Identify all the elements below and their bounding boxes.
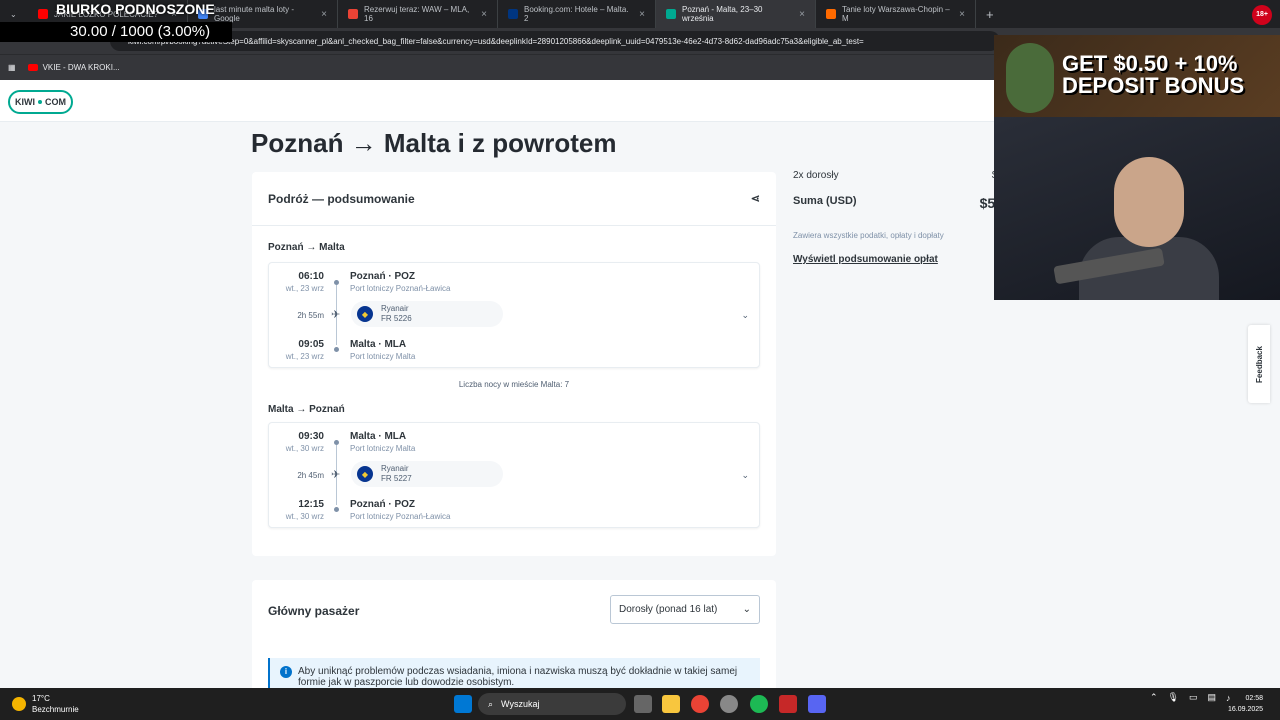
bookmark-item[interactable]: VKIE - DWA KROKI... bbox=[27, 63, 120, 72]
youtube-icon bbox=[27, 64, 38, 71]
steam-icon[interactable] bbox=[720, 695, 738, 713]
kiwi-icon bbox=[666, 9, 676, 19]
trip-summary-header: Podróż — podsumowanie ⋖ bbox=[252, 172, 776, 226]
ryanair-logo-icon: ◆ bbox=[357, 466, 373, 482]
outbound-segment[interactable]: 06:10 wt., 23 wrz Poznań · POZ Port lotn… bbox=[268, 262, 760, 368]
mascot-image bbox=[1006, 43, 1054, 113]
name-info-alert: i Aby uniknąć problemów podczas wsiadani… bbox=[268, 658, 760, 688]
chevron-down-icon[interactable]: ⌄ bbox=[741, 310, 749, 321]
tab-4[interactable]: Booking.com: Hotele – Malta. 2 × bbox=[498, 0, 656, 28]
age-badge: 18+ bbox=[1252, 5, 1272, 25]
main-passenger-heading: Główny pasażer bbox=[268, 604, 360, 618]
price-breakdown-link[interactable]: Wyświetl podsumowanie opłat bbox=[793, 254, 1003, 265]
kiwi-logo[interactable]: KIWI COM bbox=[8, 90, 73, 114]
plane-icon: ✈ bbox=[331, 309, 341, 321]
plane-icon: ✈ bbox=[331, 469, 341, 481]
app-icon[interactable] bbox=[779, 695, 797, 713]
windows-start-icon[interactable] bbox=[454, 695, 472, 713]
site-icon bbox=[348, 9, 358, 19]
inbound-title: Malta → Poznań bbox=[268, 404, 345, 415]
page-title: Poznań → Malta i z powrotem bbox=[251, 128, 617, 158]
webcam-feed bbox=[994, 117, 1280, 300]
network-icon[interactable]: ▤ bbox=[1208, 692, 1217, 703]
info-icon: i bbox=[280, 666, 292, 678]
new-tab-button[interactable]: + bbox=[976, 0, 1004, 28]
plus-icon: + bbox=[986, 6, 994, 22]
search-icon: ⌕ bbox=[488, 698, 494, 709]
tab-6[interactable]: Tanie loty Warszawa-Chopin – M × bbox=[816, 0, 976, 28]
stream-title-overlay: BIURKO PODNOSZONE bbox=[56, 1, 215, 17]
taskbar: 17°C Bezchmurnie ⌕ Wyszukaj ⌃ 🎙 ▭ ▤ ♪ 02:5… bbox=[0, 688, 1280, 720]
system-tray: ⌃ 🎙 ▭ ▤ ♪ bbox=[1150, 692, 1231, 703]
close-icon[interactable]: × bbox=[481, 9, 487, 20]
taskbar-search[interactable]: ⌕ Wyszukaj bbox=[478, 693, 626, 715]
chevron-up-icon[interactable]: ⌃ bbox=[1150, 692, 1158, 703]
spotify-icon[interactable] bbox=[750, 695, 768, 713]
nights-info: Liczba nocy w mieście Malta: 7 bbox=[458, 380, 570, 389]
trip-summary-card: Podróż — podsumowanie ⋖ Poznań → Malta 0… bbox=[252, 172, 776, 556]
stream-progress-overlay: 30.00 / 1000 (3.00%) bbox=[0, 22, 232, 42]
close-icon[interactable]: × bbox=[959, 9, 965, 20]
inbound-segment[interactable]: 09:30 wt., 30 wrz Malta · MLA Port lotni… bbox=[268, 422, 760, 528]
passenger-type-select[interactable]: Dorosły (ponad 16 lat) ⌄ bbox=[610, 595, 760, 624]
tab-3[interactable]: Rezerwuj teraz: WAW – MLA, 16 × bbox=[338, 0, 498, 28]
task-view-icon[interactable] bbox=[634, 695, 652, 713]
microphone-icon[interactable]: 🎙 bbox=[1168, 692, 1179, 703]
chrome-icon[interactable] bbox=[691, 695, 709, 713]
monitor-icon[interactable]: ▭ bbox=[1189, 692, 1198, 703]
clock[interactable]: 02:58 16.09.2025 bbox=[1228, 693, 1263, 715]
airline-pill: ◆ Ryanair FR 5227 bbox=[351, 461, 503, 487]
airline-pill: ◆ Ryanair FR 5226 bbox=[351, 301, 503, 327]
chevron-down-icon: ⌄ bbox=[742, 604, 751, 615]
discord-icon[interactable] bbox=[808, 695, 826, 713]
chevron-down-icon[interactable]: ⌄ bbox=[741, 470, 749, 481]
youtube-icon bbox=[38, 9, 48, 19]
apps-icon[interactable]: ▦ bbox=[8, 63, 16, 72]
file-explorer-icon[interactable] bbox=[662, 695, 680, 713]
ryanair-logo-icon: ◆ bbox=[357, 306, 373, 322]
close-icon[interactable]: × bbox=[639, 9, 645, 20]
share-icon[interactable]: ⋖ bbox=[751, 192, 760, 205]
casino-ad-banner: GET $0.50 + 10% DEPOSIT BONUS bbox=[994, 35, 1280, 117]
close-icon[interactable]: × bbox=[321, 9, 327, 20]
moon-icon bbox=[12, 697, 26, 711]
feedback-tab[interactable]: Feedback bbox=[1248, 325, 1270, 403]
chevron-down-icon: ⌄ bbox=[10, 9, 17, 19]
tab-5-active[interactable]: Poznań - Malta, 23–30 września × bbox=[656, 0, 816, 28]
close-icon[interactable]: × bbox=[799, 9, 805, 20]
outbound-title: Poznań → Malta bbox=[268, 242, 345, 253]
booking-icon bbox=[508, 9, 518, 19]
main-passenger-card: Główny pasażer Dorosły (ponad 16 lat) ⌄ i… bbox=[252, 580, 776, 688]
weather-widget[interactable]: 17°C Bezchmurnie bbox=[12, 693, 79, 715]
price-sidebar: 2x dorosły$5 Suma (USD)$55 Zawiera wszys… bbox=[793, 170, 1003, 265]
site-icon bbox=[826, 9, 836, 19]
url-field[interactable]: kiwi.com/pl/booking?activeStep=0&affilid… bbox=[110, 31, 1000, 51]
